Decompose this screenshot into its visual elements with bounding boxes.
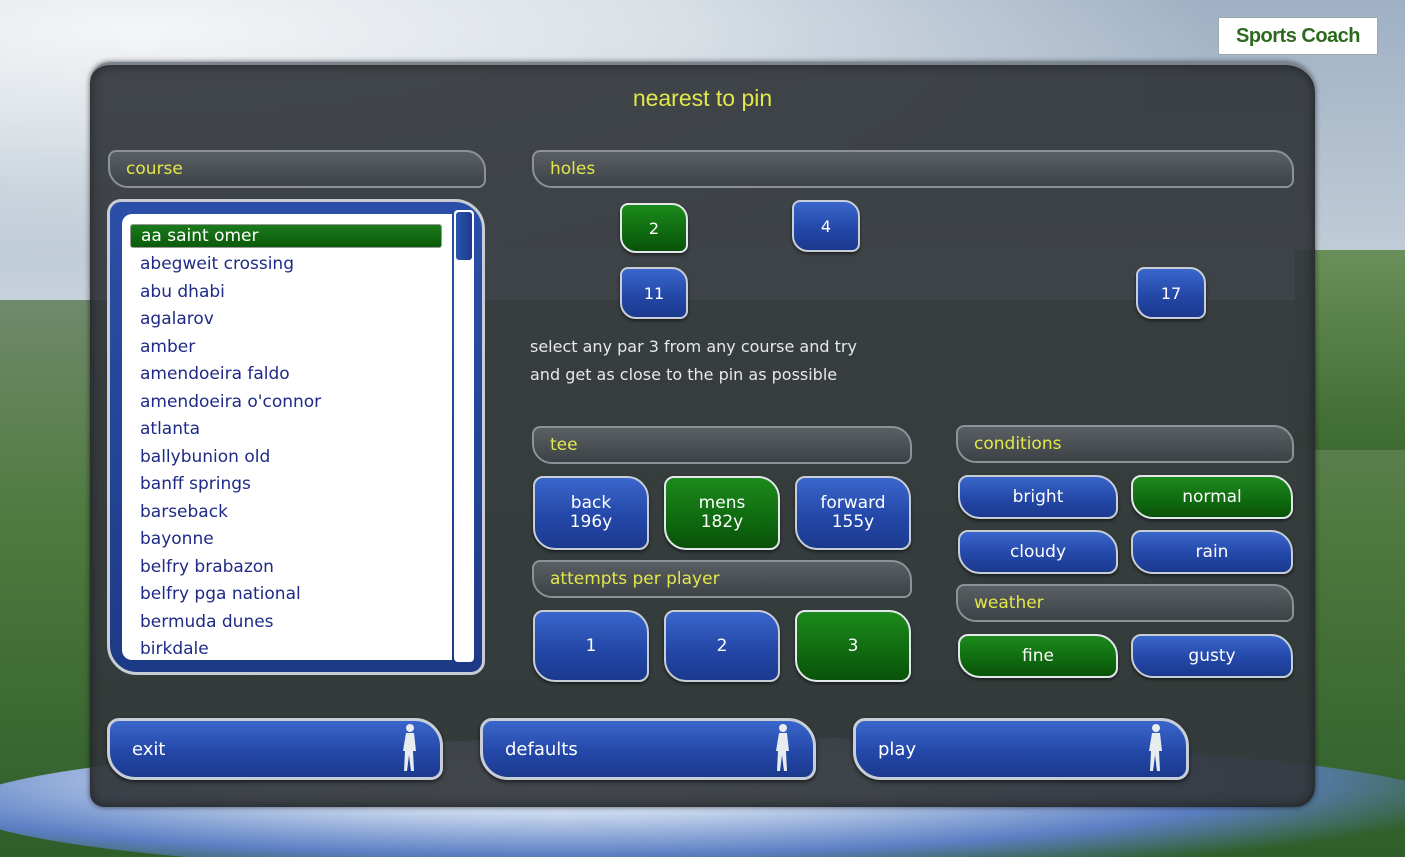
conditions-header: conditions <box>956 425 1294 463</box>
hole-button-4[interactable]: 4 <box>792 200 860 252</box>
list-item[interactable]: banff springs <box>122 471 452 499</box>
page-title: nearest to pin <box>632 85 773 111</box>
golfer-icon <box>1149 724 1162 771</box>
list-item[interactable]: belfry brabazon <box>122 554 452 582</box>
attempts-header: attempts per player <box>532 560 912 598</box>
tee-mens-yards: 182y <box>700 512 744 532</box>
list-item[interactable]: belfry pga national <box>122 581 452 609</box>
tee-mens-label: mens <box>698 493 746 513</box>
list-item[interactable]: ballybunion old <box>122 444 452 472</box>
conditions-rain-button[interactable]: rain <box>1131 530 1293 574</box>
course-list-scrollbar[interactable] <box>454 210 474 662</box>
weather-header: weather <box>956 584 1294 622</box>
defaults-button[interactable]: defaults <box>480 718 816 780</box>
conditions-cloudy-button[interactable]: cloudy <box>958 530 1118 574</box>
tee-forward-button[interactable]: forward 155y <box>795 476 911 550</box>
hole-button-11[interactable]: 11 <box>620 267 688 319</box>
hole-button-17[interactable]: 17 <box>1136 267 1206 319</box>
list-item[interactable]: bermuda dunes <box>122 609 452 637</box>
course-header: course <box>108 150 486 188</box>
description-line-1: select any par 3 from any course and try <box>530 337 857 356</box>
attempts-2-button[interactable]: 2 <box>664 610 780 682</box>
list-item[interactable]: abegweit crossing <box>122 251 452 279</box>
golfer-icon <box>776 724 789 771</box>
tee-forward-yards: 155y <box>831 512 875 532</box>
tee-forward-label: forward <box>820 493 886 513</box>
weather-gusty-button[interactable]: gusty <box>1131 634 1293 678</box>
list-item-selected[interactable]: aa saint omer <box>130 224 442 248</box>
course-list: aa saint omer abegweit crossing abu dhab… <box>107 199 485 675</box>
attempts-1-button[interactable]: 1 <box>533 610 649 682</box>
holes-header: holes <box>532 150 1294 188</box>
defaults-label: defaults <box>505 738 578 760</box>
golfer-icon <box>403 724 416 771</box>
attempts-3-button[interactable]: 3 <box>795 610 911 682</box>
list-item[interactable]: amendoeira faldo <box>122 361 452 389</box>
tee-header: tee <box>532 426 912 464</box>
list-item[interactable]: amber <box>122 334 452 362</box>
play-button[interactable]: play <box>853 718 1189 780</box>
conditions-bright-button[interactable]: bright <box>958 475 1118 519</box>
list-item[interactable]: agalarov <box>122 306 452 334</box>
sports-coach-logo: Sports Coach <box>1218 17 1378 55</box>
tee-back-yards: 196y <box>569 512 613 532</box>
play-label: play <box>878 738 917 760</box>
exit-label: exit <box>132 738 166 760</box>
scrollbar-thumb[interactable] <box>456 212 472 260</box>
tee-mens-button[interactable]: mens 182y <box>664 476 780 550</box>
weather-fine-button[interactable]: fine <box>958 634 1118 678</box>
course-list-body[interactable]: aa saint omer abegweit crossing abu dhab… <box>122 214 452 660</box>
list-item[interactable]: atlanta <box>122 416 452 444</box>
list-item[interactable]: birkdale <box>122 636 452 660</box>
tee-back-button[interactable]: back 196y <box>533 476 649 550</box>
list-item[interactable]: amendoeira o'connor <box>122 389 452 417</box>
list-item[interactable]: barseback <box>122 499 452 527</box>
conditions-normal-button[interactable]: normal <box>1131 475 1293 519</box>
list-item[interactable]: bayonne <box>122 526 452 554</box>
list-item[interactable]: abu dhabi <box>122 279 452 307</box>
description-line-2: and get as close to the pin as possible <box>530 365 838 384</box>
hole-button-2[interactable]: 2 <box>620 203 688 253</box>
exit-button[interactable]: exit <box>107 718 443 780</box>
tee-back-label: back <box>570 493 612 513</box>
holes-description: select any par 3 from any course and try… <box>530 333 910 389</box>
